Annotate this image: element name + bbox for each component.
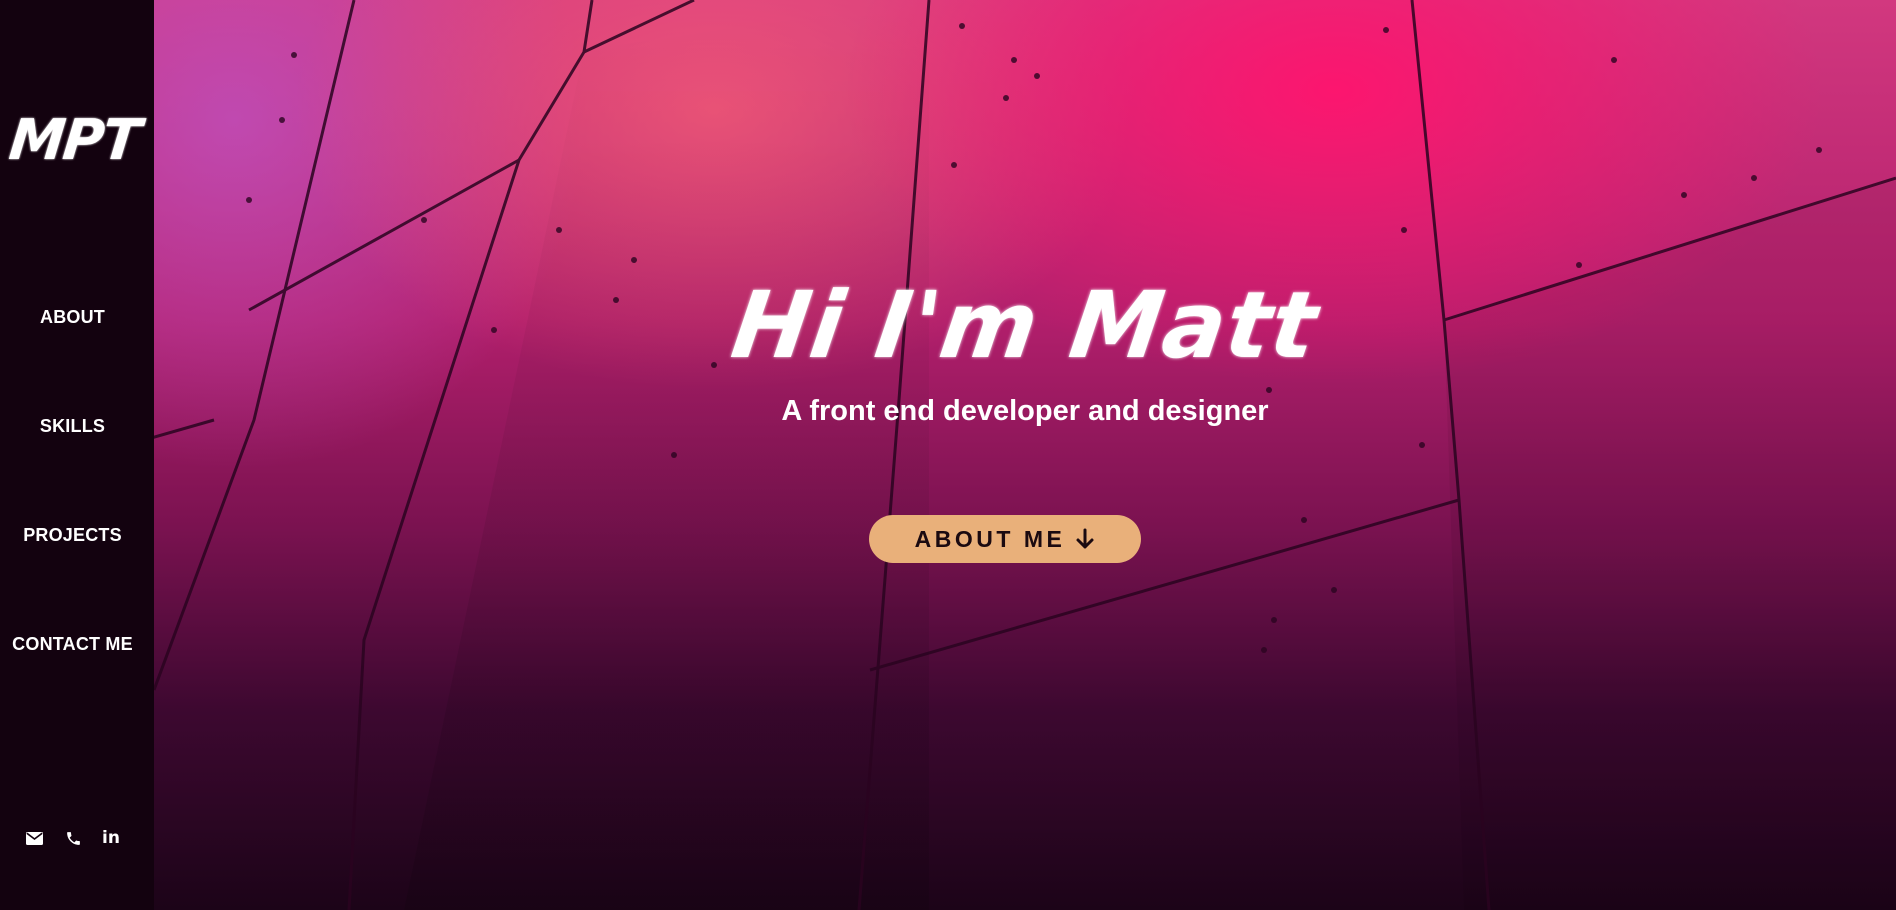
phone-icon[interactable] xyxy=(61,826,85,850)
about-me-button-label: ABOUT ME xyxy=(914,525,1066,552)
linkedin-glyph: in xyxy=(102,828,120,848)
page: MPT ABOUT SKILLS PROJECTS CONTACT ME in xyxy=(0,0,1896,910)
sidebar: MPT ABOUT SKILLS PROJECTS CONTACT ME in xyxy=(0,0,154,910)
arrow-down-icon xyxy=(1075,528,1095,550)
envelope-icon[interactable] xyxy=(22,826,46,850)
nav-item-about[interactable]: ABOUT xyxy=(0,307,145,328)
hero-title: Hi I'm Matt xyxy=(725,272,1325,379)
logo[interactable]: MPT xyxy=(0,108,151,173)
social-links: in xyxy=(0,826,145,852)
hero-content: Hi I'm Matt A front end developer and de… xyxy=(154,0,1896,910)
nav-item-projects[interactable]: PROJECTS xyxy=(0,525,145,546)
linkedin-icon[interactable]: in xyxy=(99,826,123,850)
nav-item-skills[interactable]: SKILLS xyxy=(0,416,145,437)
about-me-button[interactable]: ABOUT ME xyxy=(869,515,1141,563)
nav-item-contact-me[interactable]: CONTACT ME xyxy=(0,634,145,655)
hero-subtitle: A front end developer and designer xyxy=(781,395,1269,427)
hero-section: Hi I'm Matt A front end developer and de… xyxy=(154,0,1896,910)
